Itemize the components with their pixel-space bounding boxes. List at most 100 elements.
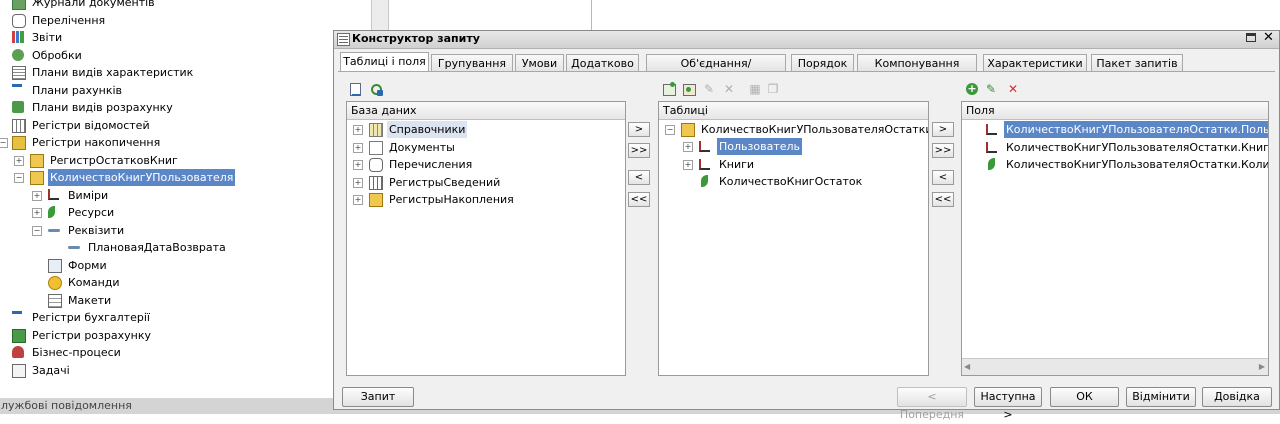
tab-grouping[interactable]: Групування [431,54,513,71]
field-move-one-left-button[interactable]: < [932,170,954,185]
tree-item-label: Форми [68,258,107,272]
move-one-right-button[interactable]: > [628,122,650,137]
tree-item[interactable]: − КоличествоКнигУПользователя [0,169,333,186]
info-register-icon [12,118,26,133]
edit-pencil-disabled-icon[interactable]: ✎ [702,82,716,96]
copy-disabled-icon[interactable]: ❐ [766,82,780,96]
expand-icon[interactable]: + [353,160,363,170]
query-button[interactable]: Запит [342,387,414,407]
field-move-one-right-button[interactable]: > [932,122,954,137]
tree-item[interactable]: Регістри бухгалтерії [0,309,333,326]
dialog-titlebar[interactable]: Конструктор запиту ✕ [334,30,1279,49]
tab-characteristics[interactable]: Характеристики [983,54,1087,71]
expand-icon[interactable]: + [683,159,693,170]
selected-field-item[interactable]: КоличествоКнигУПользователяОстатки.Польз… [962,121,1268,138]
tree-item[interactable]: Плани видів розрахунку [0,99,333,116]
database-item[interactable]: + РегистрыСведений [347,174,625,191]
close-icon[interactable]: ✕ [1263,30,1274,45]
table-field-item[interactable]: КоличествоКнигОстаток [659,173,928,190]
move-one-left-button[interactable]: < [628,170,650,185]
move-all-left-button[interactable]: << [628,192,650,207]
selected-field-label: КоличествоКнигУПользователяОстатки.Книги [1006,140,1269,154]
table-root-item[interactable]: − КоличествоКнигУПользователяОстатки [659,121,928,138]
database-item[interactable]: + Документы [347,139,625,156]
replace-table-disabled-icon[interactable]: ▦ [748,82,762,96]
expand-icon[interactable]: + [683,142,693,152]
expand-icon[interactable]: + [32,190,42,201]
database-item[interactable]: + Перечисления [347,156,625,173]
tab-unions-aliases[interactable]: Об'єднання/Псевдоніми [646,54,786,87]
collapse-icon[interactable]: − [14,173,24,183]
add-table-icon[interactable] [662,82,676,96]
selected-field-item[interactable]: КоличествоКнигУПользователяОстатки.Книги [962,139,1268,156]
tree-item[interactable]: + РегистрОстатковКниг [0,152,333,169]
edit-field-icon[interactable]: ✎ [984,82,998,96]
tree-item-label: ПлановаяДатаВозврата [88,241,226,254]
table-field-item[interactable]: + Пользователь [659,138,928,155]
database-item[interactable]: + Справочники [347,121,625,138]
tree-item[interactable]: Форми [0,257,333,274]
move-all-right-button[interactable]: >> [628,143,650,158]
field-move-all-left-button[interactable]: << [932,192,954,207]
expand-icon[interactable]: + [32,208,42,218]
tree-item[interactable]: Задачі [0,362,333,379]
collapse-icon[interactable]: − [32,225,42,236]
tab-query-batch[interactable]: Пакет запитів [1091,54,1183,71]
help-button[interactable]: Довідка [1202,387,1272,407]
tree-item[interactable]: Журнали документів [0,0,333,11]
database-search-icon[interactable] [370,82,384,96]
next-button[interactable]: Наступна > [974,387,1042,421]
previous-button[interactable]: < Попередня [897,387,967,421]
expand-icon[interactable]: + [353,177,363,188]
configuration-tree: Журнали документів Перелічення Звіти Обробк… [0,0,333,398]
tree-item[interactable]: − Регістри накопичення [0,134,333,151]
tree-item[interactable]: Перелічення [0,12,333,29]
resource-icon [988,158,995,170]
expand-icon[interactable]: + [353,195,363,205]
expand-icon[interactable]: + [353,125,363,135]
maximize-icon[interactable] [1246,33,1256,42]
tree-item[interactable]: Команди [0,274,333,291]
ok-button[interactable]: ОК [1050,387,1119,407]
tree-item[interactable]: ПлановаяДатаВозврата [0,239,333,256]
scroll-right-icon[interactable]: ▶ [1259,362,1265,371]
add-nested-query-icon[interactable] [682,82,696,96]
tab-advanced[interactable]: Додатково [566,54,639,71]
expand-icon[interactable]: + [14,155,24,166]
scroll-left-icon[interactable]: ◀ [964,362,970,371]
selected-field-item[interactable]: КоличествоКнигУПользователяОстатки.Колич… [962,156,1268,173]
collapse-icon[interactable]: − [665,125,675,135]
tree-item[interactable]: − Реквізити [0,222,333,239]
delete-field-icon[interactable]: ✕ [1006,82,1020,96]
add-field-icon[interactable]: + [965,82,979,96]
tab-tables-and-fields[interactable]: Таблиці і поля [340,52,429,72]
delete-disabled-icon[interactable]: ✕ [722,82,736,96]
table-field-item[interactable]: + Книги [659,156,928,173]
tables-pane: Таблиці − КоличествоКнигУПользователяОста… [658,101,929,376]
tree-item[interactable]: Бізнес-процеси [0,344,333,361]
tree-item[interactable]: + Виміри [0,187,333,204]
tab-data-composition[interactable]: Компонування даних [857,54,977,87]
attribute-icon [68,246,80,249]
tab-order[interactable]: Порядок [791,54,854,71]
tree-item[interactable]: Обробки [0,47,333,64]
tree-item[interactable]: Звіти [0,29,333,46]
expand-icon[interactable]: + [353,142,363,153]
database-item[interactable]: + РегистрыНакопления [347,191,625,208]
tree-item[interactable]: Плани рахунків [0,82,333,99]
field-move-all-right-button[interactable]: >> [932,143,954,158]
tree-item[interactable]: Регістри відомостей [0,117,333,134]
database-item-label: Документы [389,140,455,154]
collapse-icon[interactable]: − [0,138,8,148]
cancel-button[interactable]: Відмінити [1126,387,1196,407]
tab-conditions[interactable]: Умови [515,54,564,71]
tree-item[interactable]: Макети [0,292,333,309]
tree-item[interactable]: Регістри розрахунку [0,327,333,344]
tree-item[interactable]: + Ресурси [0,204,333,221]
service-messages-bar[interactable]: лужбові повідомлення [0,398,333,414]
tree-item[interactable]: Плани видів характеристик [0,64,333,81]
tree-item-label: Макети [68,293,112,307]
info-register-icon [369,175,383,190]
fields-horizontal-scrollbar[interactable]: ◀ ▶ [962,358,1268,375]
open-temp-tables-icon[interactable] [348,82,362,96]
